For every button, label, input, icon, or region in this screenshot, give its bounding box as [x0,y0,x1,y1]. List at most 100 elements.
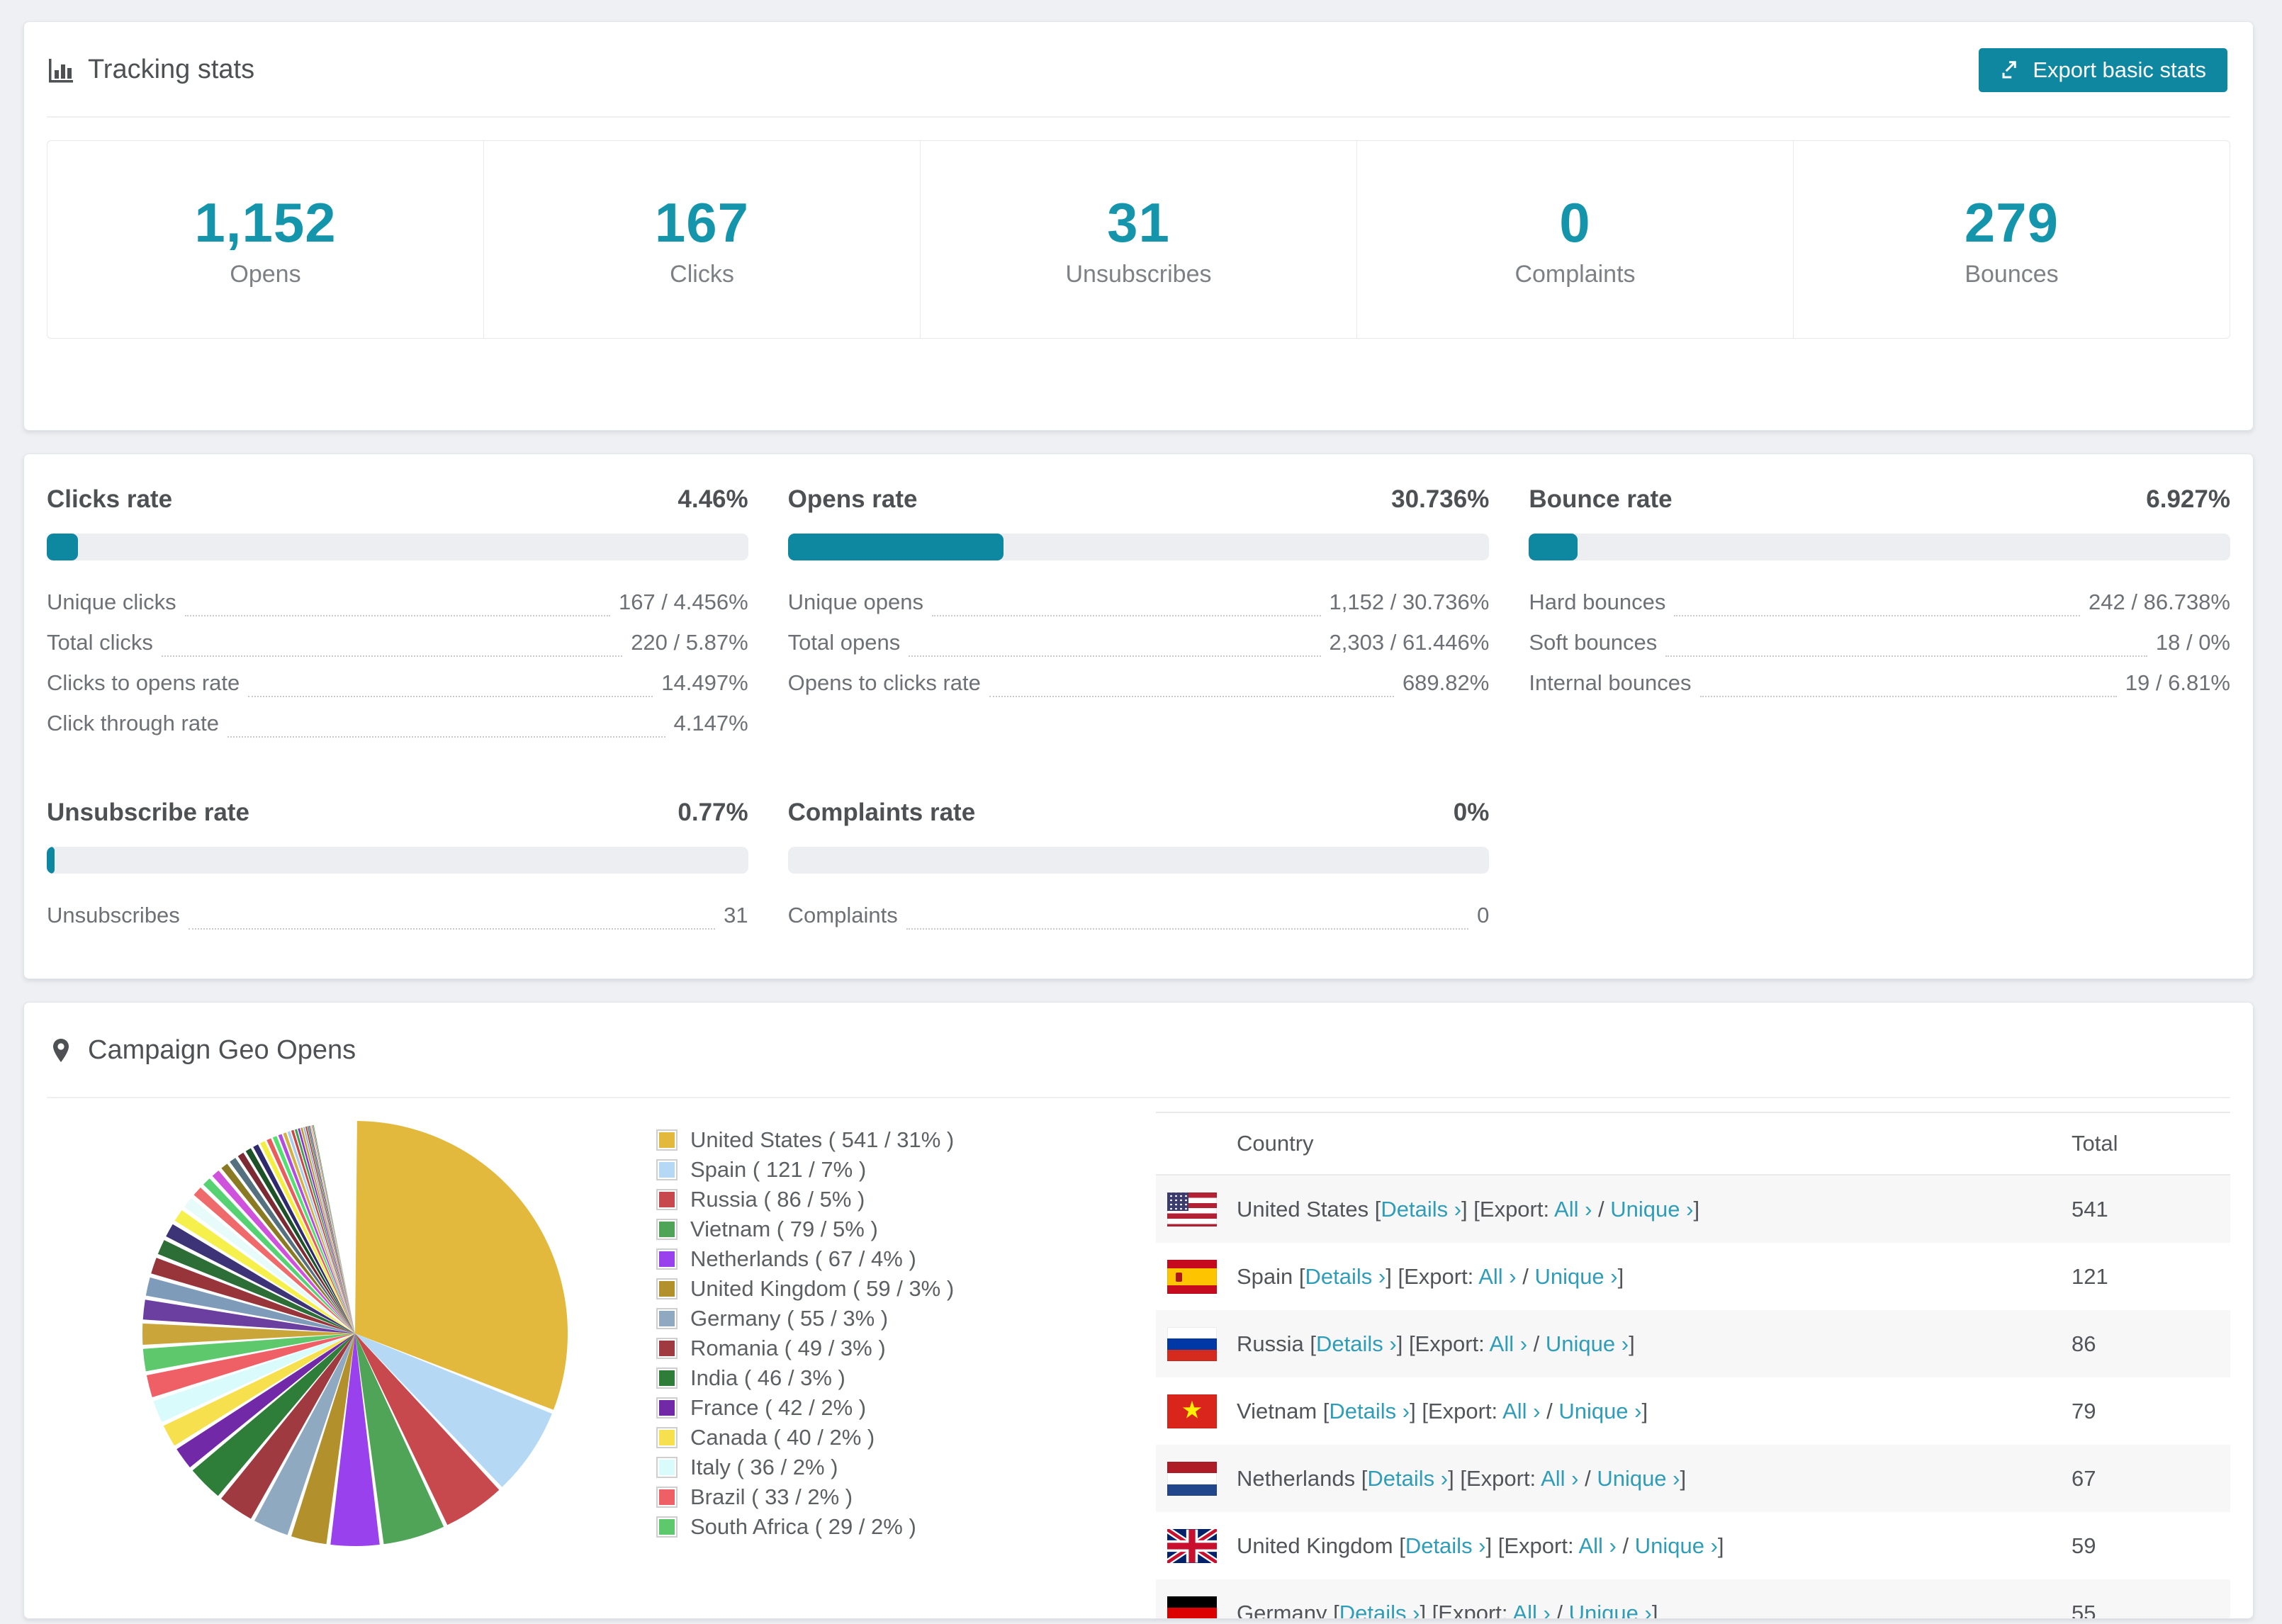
rate-detail-label: Opens to clicks rate [787,670,981,695]
pie-slice-other[interactable] [283,1132,356,1333]
legend-item-netherlands[interactable]: Netherlands ( 67 / 4% ) [656,1244,1156,1274]
export-all-link[interactable]: All › [1512,1601,1550,1619]
rate-title-row: Clicks rate 4.46% [47,485,748,514]
rate-progress-bar [47,847,748,874]
details-link[interactable]: Details › [1316,1331,1397,1356]
flag-gb-icon [1167,1528,1217,1563]
export-all-link[interactable]: All › [1578,1533,1616,1558]
legend-item-south-africa[interactable]: South Africa ( 29 / 2% ) [656,1512,1156,1542]
country-cell: United States [Details ›] [Export: All ›… [1237,1197,1699,1222]
export-unique-link[interactable]: Unique › [1635,1533,1718,1558]
dotted-leader [1665,628,2147,657]
stat-box-unsubscribes: 31 Unsubscribes [920,141,1356,338]
export-all-link[interactable]: All › [1554,1197,1592,1222]
export-unique-link[interactable]: Unique › [1569,1601,1652,1619]
details-link[interactable]: Details › [1381,1197,1461,1222]
legend-label: Netherlands ( 67 / 4% ) [690,1246,916,1271]
details-link[interactable]: Details › [1367,1466,1448,1491]
legend-item-romania[interactable]: Romania ( 49 / 3% ) [656,1333,1156,1363]
legend-item-italy[interactable]: Italy ( 36 / 2% ) [656,1453,1156,1482]
flag-us-icon [1167,1192,1217,1227]
dashboard-page: Tracking stats Export basic stats 1,152 O… [23,21,2254,1624]
legend-item-india[interactable]: India ( 46 / 3% ) [656,1363,1156,1393]
bracket: ] [1680,1465,1687,1491]
details-link[interactable]: Details › [1305,1264,1386,1289]
legend-item-spain[interactable]: Spain ( 121 / 7% ) [656,1155,1156,1185]
stat-label: Opens [230,261,301,288]
row-total: 79 [2072,1398,2096,1423]
tracking-stats-card: Tracking stats Export basic stats 1,152 O… [23,21,2254,431]
bracket: [ [1310,1331,1316,1356]
bracket: ] [1617,1263,1624,1289]
export-unique-link[interactable]: Unique › [1534,1264,1617,1289]
flag-vn-icon [1167,1394,1217,1428]
export-prefix: [Export: [1422,1398,1503,1423]
rate-title: Clicks rate [47,485,173,513]
bracket: ] [1485,1533,1498,1558]
export-all-link[interactable]: All › [1541,1466,1578,1491]
legend-label: Canada ( 40 / 2% ) [690,1425,875,1450]
rate-value: 0.77% [678,799,748,826]
stat-label: Complaints [1514,261,1636,288]
legend-swatch [656,1457,678,1478]
export-unique-link[interactable]: Unique › [1597,1466,1680,1491]
map-pin-icon [53,1038,69,1062]
rate-progress-bar [787,534,1490,560]
row-total: 121 [2072,1263,2108,1289]
legend-item-united-states[interactable]: United States ( 541 / 31% ) [656,1125,1156,1155]
details-link[interactable]: Details › [1339,1601,1420,1619]
dotted-leader [1674,588,2081,616]
dotted-leader [248,669,653,697]
export-unique-link[interactable]: Unique › [1546,1331,1629,1356]
geo-opens-header: Campaign Geo Opens [24,1003,2253,1098]
export-unique-link[interactable]: Unique › [1610,1197,1693,1222]
export-all-link[interactable]: All › [1478,1264,1516,1289]
export-prefix: [Export: [1460,1465,1541,1491]
export-unique-link[interactable]: Unique › [1558,1399,1641,1423]
rate-detail-value: 18 / 0% [2155,629,2230,655]
export-all-link[interactable]: All › [1502,1399,1540,1423]
legend-item-united-kingdom[interactable]: United Kingdom ( 59 / 3% ) [656,1274,1156,1304]
rate-title: Opens rate [787,485,918,513]
legend-swatch [656,1189,678,1210]
flag-es-icon [1167,1259,1217,1294]
export-basic-stats-button[interactable]: Export basic stats [1979,47,2227,92]
export-prefix: [Export: [1432,1600,1513,1619]
legend-label: India ( 46 / 3% ) [690,1365,845,1390]
stat-value: 167 [654,191,750,254]
legend-item-canada[interactable]: Canada ( 40 / 2% ) [656,1423,1156,1453]
stat-label: Bounces [1965,261,2059,288]
rate-progress-fill [1529,534,1578,560]
dotted-leader [184,588,610,616]
table-row-ru: Russia [Details ›] [Export: All › / Uniq… [1156,1310,2230,1377]
legend-item-germany[interactable]: Germany ( 55 / 3% ) [656,1304,1156,1333]
bracket: ] [1717,1533,1724,1558]
rate-value: 4.46% [678,485,748,513]
row-total: 55 [2072,1600,2096,1619]
tracking-stats-header: Tracking stats Export basic stats [24,22,2253,118]
rate-detail-value: 2,303 / 61.446% [1329,629,1490,655]
slash: / [1540,1398,1559,1423]
details-link[interactable]: Details › [1329,1399,1410,1423]
legend-swatch [656,1516,678,1538]
rate-progress-bar [787,847,1490,874]
stat-label: Clicks [670,261,734,288]
legend-swatch [656,1487,678,1508]
legend-item-russia[interactable]: Russia ( 86 / 5% ) [656,1185,1156,1214]
legend-label: South Africa ( 29 / 2% ) [690,1514,916,1539]
row-total: 67 [2072,1465,2096,1491]
rates-card: Clicks rate 4.46% Unique clicks 167 / 4.456… [23,453,2254,979]
legend-item-france[interactable]: France ( 42 / 2% ) [656,1393,1156,1423]
legend-item-vietnam[interactable]: Vietnam ( 79 / 5% ) [656,1214,1156,1244]
legend-item-brazil[interactable]: Brazil ( 33 / 2% ) [656,1482,1156,1512]
rate-detail-label: Internal bounces [1529,670,1692,695]
rate-detail-row: Click through rate 4.147% [47,703,748,743]
legend-swatch [656,1248,678,1270]
export-all-link[interactable]: All › [1490,1331,1527,1356]
details-link[interactable]: Details › [1405,1533,1486,1558]
geo-opens-title-row: Campaign Geo Opens [47,1035,356,1066]
rate-section-unsubscribe-rate: Unsubscribe rate 0.77% Unsubscribes 31 [47,799,748,935]
legend-swatch [656,1368,678,1389]
rate-title: Bounce rate [1529,485,1673,513]
export-prefix: [Export: [1473,1196,1555,1222]
